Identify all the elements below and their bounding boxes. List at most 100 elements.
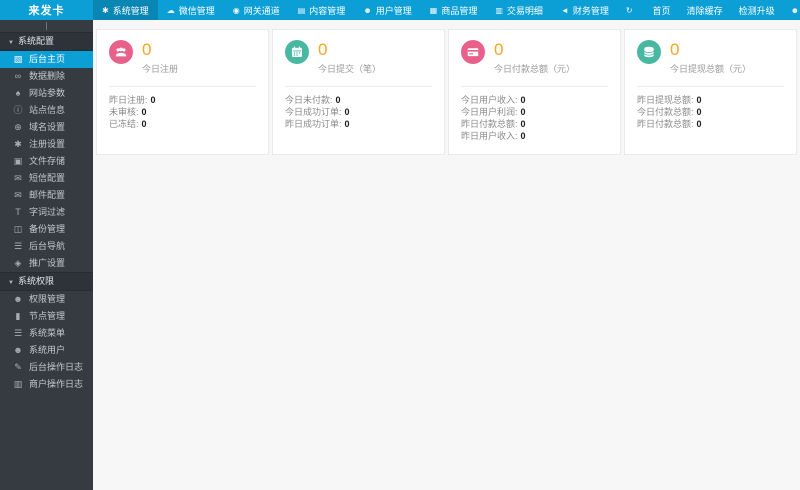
credit-card-icon (467, 48, 479, 57)
calendar-icon (292, 46, 302, 57)
link-icon: ∞ (14, 71, 22, 81)
sidebar-collapse-handle[interactable] (0, 20, 93, 32)
check-upgrade-button[interactable]: 检测升级 (731, 0, 783, 20)
sidebar-item-label: 后台操作日志 (29, 362, 84, 372)
card-stat-value: 0 (141, 119, 147, 129)
topnav-item-system[interactable]: ✱ 系统管理 (93, 0, 158, 20)
card-title: 今日付款总额（元） (494, 64, 576, 74)
sidebar-item-label: 字词过滤 (29, 207, 66, 217)
main-content: 0 今日注册 昨日注册: 0 未审核: 0 已冻结: 0 0 今日提交（笔） 今日未付款:… (93, 20, 800, 490)
sidebar-item-admin-nav[interactable]: ☰ 后台导航 (0, 238, 93, 255)
info-icon: ⓘ (13, 105, 23, 115)
sidebar-item-word-filter[interactable]: T 字词过滤 (0, 204, 93, 221)
sidebar-item-sms-config[interactable]: ✉ 短信配置 (0, 170, 93, 187)
promo-icon: ◈ (14, 258, 22, 268)
sidebar-item-admin-log[interactable]: ✎ 后台操作日志 (0, 359, 93, 376)
home-link[interactable]: 首页 (645, 0, 679, 20)
sidebar-item-site-info[interactable]: ⓘ 站点信息 (0, 102, 93, 119)
sidebar-item-label: 后台主页 (29, 54, 66, 64)
card-icon-circle (109, 40, 133, 64)
sidebar-item-merchant-log[interactable]: ▥ 商户操作日志 (0, 376, 93, 393)
sidebar-section-config[interactable]: ▼ 系统配置 (0, 32, 93, 51)
sidebar-item-dashboard[interactable]: ▧ 后台主页 (0, 51, 93, 68)
sidebar-section-permission[interactable]: ▼ 系统权限 (0, 272, 93, 291)
card-stat-value: 0 (335, 95, 341, 105)
sidebar-item-label: 注册设置 (29, 139, 66, 149)
card-stat-label: 今日用户利润: (461, 107, 518, 117)
topnav-item-trade[interactable]: ▥ 交易明细 (486, 0, 552, 20)
admin-dropdown[interactable]: ☻admin∧ (783, 0, 800, 20)
finance-icon: ◄ (560, 5, 569, 15)
sidebar-section-title: 系统配置 (17, 36, 54, 46)
card-rows: 昨日提现总额: 0 今日付款总额: 0 昨日付款总额: 0 (637, 94, 784, 130)
card-stat-row: 今日用户利润: 0 (461, 106, 608, 118)
topnav-item-gateway[interactable]: ◉ 网关通道 (224, 0, 289, 20)
sidebar-item-promo-settings[interactable]: ◈ 推广设置 (0, 255, 93, 272)
chart-icon: ▥ (495, 5, 503, 15)
topnav-item-user[interactable]: ☻ 用户管理 (354, 0, 420, 20)
card-stat-row: 今日成功订单: 0 (285, 106, 432, 118)
content-icon: ▤ (297, 5, 306, 15)
sidebar-item-domain-settings[interactable]: ⊕ 域名设置 (0, 119, 93, 136)
clear-cache-button[interactable]: 清除缓存 (679, 0, 731, 20)
card-stat-label: 昨日注册: (109, 95, 148, 105)
card-stat-value: 0 (696, 119, 702, 129)
sidebar-item-file-storage[interactable]: ▣ 文件存储 (0, 153, 93, 170)
sidebar-item-permission-manage[interactable]: ☻ 权限管理 (0, 291, 93, 308)
top-header: 来发卡 ✱ 系统管理 ☁ 微信管理 ◉ 网关通道 ▤ 内容管理 ☻ 用户管理 ▦ 商品管理 ▥ 交易明细 ◄… (0, 0, 800, 20)
card-stat-value: 0 (344, 107, 350, 117)
filter-icon: T (15, 207, 21, 217)
sidebar-item-system-menu[interactable]: ☰ 系统菜单 (0, 325, 93, 342)
topnav-item-content[interactable]: ▤ 内容管理 (289, 0, 355, 20)
sidebar-item-register-settings[interactable]: ✱ 注册设置 (0, 136, 93, 153)
topnav-item-goods[interactable]: ▦ 商品管理 (421, 0, 487, 20)
card-stat-row: 今日付款总额: 0 (637, 106, 784, 118)
sidebar-item-mail-config[interactable]: ✉ 邮件配置 (0, 187, 93, 204)
card-stat-row: 昨日提现总额: 0 (637, 94, 784, 106)
globe-icon: ⊕ (14, 122, 22, 132)
refresh-button[interactable]: ↻ (618, 0, 645, 20)
topnav-item-label: 微信管理 (178, 5, 215, 16)
topnav-item-finance[interactable]: ◄ 财务管理 (552, 0, 618, 20)
card-stat-label: 昨日付款总额: (461, 119, 518, 129)
card-stat-label: 今日成功订单: (285, 107, 342, 117)
menu-icon: ☰ (13, 328, 23, 338)
stat-card: 0 今日提交（笔） 今日未付款: 0 今日成功订单: 0 昨日成功订单: 0 (272, 29, 445, 155)
gateway-icon: ◉ (232, 5, 240, 15)
card-stat-value: 0 (520, 131, 526, 141)
card-rows: 昨日注册: 0 未审核: 0 已冻结: 0 (109, 94, 256, 130)
sidebar-item-label: 权限管理 (29, 294, 66, 304)
sidebar-item-data-delete[interactable]: ∞ 数据删除 (0, 68, 93, 85)
topnav-item-label: 商品管理 (441, 5, 478, 16)
sidebar-item-system-user[interactable]: ☻ 系统用户 (0, 342, 93, 359)
topnav-item-wechat[interactable]: ☁ 微信管理 (158, 0, 224, 20)
card-divider (461, 86, 608, 87)
group-icon (115, 47, 127, 57)
sidebar-item-site-params[interactable]: ♠ 网站参数 (0, 85, 93, 102)
card-stat-row: 昨日用户收入: 0 (461, 130, 608, 142)
sidebar-item-label: 后台导航 (29, 241, 66, 251)
sidebar-item-backup-manage[interactable]: ◫ 备份管理 (0, 221, 93, 238)
card-stat-label: 今日付款总额: (637, 107, 694, 117)
sysusers-icon: ☻ (13, 345, 23, 355)
card-stat-row: 昨日注册: 0 (109, 94, 256, 106)
topnav-item-label: 内容管理 (309, 5, 346, 16)
card-stat-row: 昨日付款总额: 0 (461, 118, 608, 130)
caret-down-icon: ▼ (8, 40, 14, 46)
sidebar-item-label: 商户操作日志 (29, 379, 84, 389)
perm-icon: ☻ (13, 294, 23, 304)
dashboard-icon: ▧ (13, 54, 23, 64)
home-link-label: 首页 (652, 5, 671, 16)
check-upgrade-button-label: 检测升级 (738, 5, 775, 16)
sidebar-item-node-manage[interactable]: ▮ 节点管理 (0, 308, 93, 325)
card-value: 0 (142, 40, 152, 59)
backup-icon: ◫ (13, 224, 23, 234)
card-stat-row: 今日未付款: 0 (285, 94, 432, 106)
card-stat-value: 0 (696, 107, 702, 117)
sidebar-item-label: 网站参数 (29, 88, 66, 98)
sidebar-item-label: 系统菜单 (29, 328, 66, 338)
node-icon: ▮ (15, 311, 21, 321)
card-stat-value: 0 (150, 95, 156, 105)
sidebar-item-label: 文件存储 (29, 156, 66, 166)
card-divider (285, 86, 432, 87)
